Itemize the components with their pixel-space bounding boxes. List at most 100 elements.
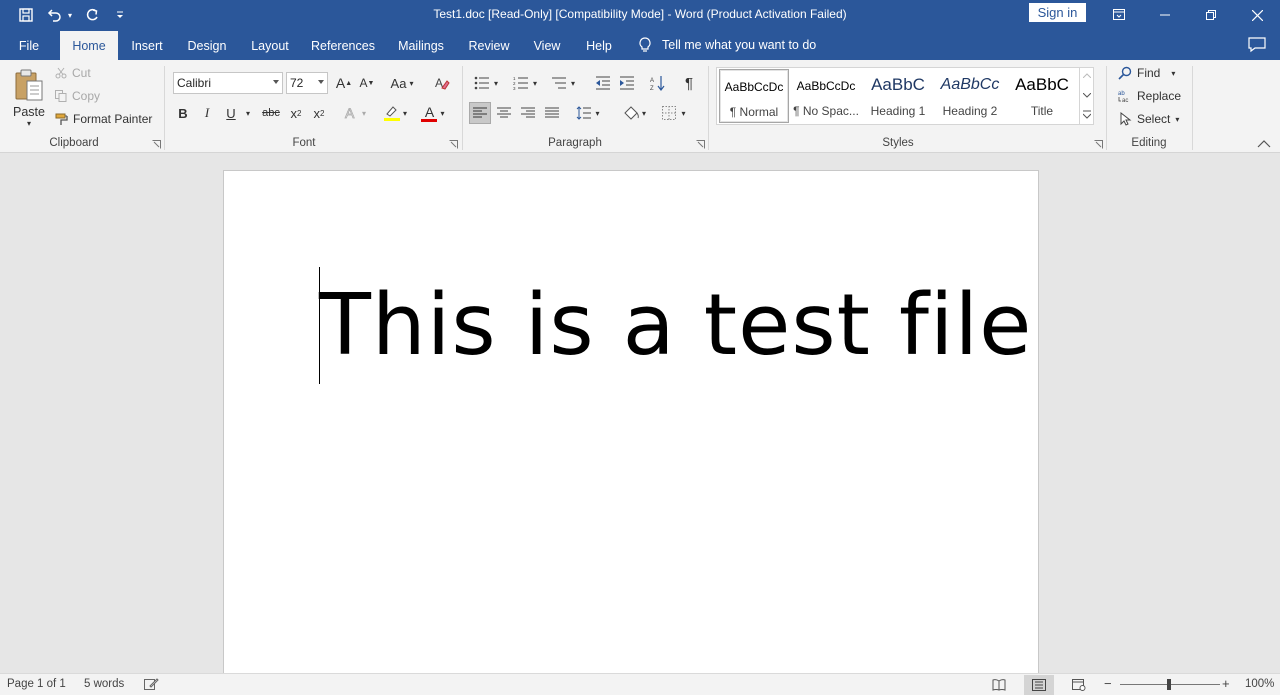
- underline-dropdown-icon[interactable]: ▾: [242, 102, 254, 124]
- style-name: Title: [1030, 104, 1054, 118]
- style-title[interactable]: AaBbC Title: [1007, 69, 1077, 123]
- separator: [708, 66, 709, 150]
- line-spacing-button[interactable]: ▾: [572, 102, 604, 124]
- find-label: Find: [1137, 66, 1161, 80]
- document-area: This is a test file: [0, 153, 1280, 690]
- page-count[interactable]: Page 1 of 1: [7, 678, 66, 690]
- align-left-button[interactable]: [469, 102, 491, 124]
- more-styles-icon[interactable]: [1083, 110, 1091, 119]
- styles-launcher-icon[interactable]: [1094, 140, 1103, 149]
- style-no-spacing[interactable]: AaBbCcDc ¶ No Spac...: [791, 69, 861, 123]
- svg-text:A: A: [345, 105, 355, 121]
- copy-label: Copy: [72, 89, 101, 103]
- shading-button[interactable]: ▾: [617, 102, 651, 124]
- tab-mailings[interactable]: Mailings: [390, 31, 452, 60]
- document-text[interactable]: This is a test file: [319, 271, 1032, 381]
- select-label: Select: [1137, 112, 1171, 126]
- tab-layout[interactable]: Layout: [244, 31, 296, 60]
- change-case-button[interactable]: Aa ▾: [385, 72, 419, 94]
- grow-font-button[interactable]: A ▲: [334, 72, 354, 94]
- select-button[interactable]: Select ▾: [1118, 112, 1179, 126]
- style-normal[interactable]: AaBbCcDc ¶ Normal: [719, 69, 789, 123]
- clear-formatting-button[interactable]: A: [431, 72, 453, 94]
- scroll-down-icon[interactable]: [1083, 93, 1091, 98]
- align-center-button[interactable]: [493, 102, 515, 124]
- scroll-up-icon[interactable]: [1083, 73, 1091, 78]
- clipboard-launcher-icon[interactable]: [152, 140, 161, 149]
- strikethrough-button[interactable]: abc: [259, 102, 283, 124]
- scissors-icon: [55, 67, 67, 79]
- ribbon-display-options-button[interactable]: [1096, 0, 1142, 30]
- tab-help[interactable]: Help: [578, 31, 620, 60]
- paste-button[interactable]: Paste ▾: [10, 64, 48, 132]
- borders-button[interactable]: ▾: [656, 102, 692, 124]
- sort-button[interactable]: AZ: [647, 72, 669, 94]
- separator: [164, 66, 165, 150]
- multilevel-list-button[interactable]: ▾: [547, 72, 579, 94]
- sign-in-button[interactable]: Sign in: [1029, 3, 1086, 22]
- document-page[interactable]: This is a test file: [223, 170, 1039, 690]
- collapse-ribbon-icon[interactable]: [1257, 140, 1271, 148]
- style-heading-1[interactable]: AaBbC Heading 1: [863, 69, 933, 123]
- decrease-indent-button[interactable]: [592, 72, 614, 94]
- tab-review[interactable]: Review: [462, 31, 516, 60]
- numbering-button[interactable]: 123 ▾: [509, 72, 541, 94]
- close-button[interactable]: [1234, 0, 1280, 30]
- bullets-button[interactable]: ▾: [470, 72, 502, 94]
- align-right-button[interactable]: [517, 102, 539, 124]
- replace-button[interactable]: ab ac Replace: [1118, 89, 1181, 103]
- justify-button[interactable]: [541, 102, 563, 124]
- tab-view[interactable]: View: [526, 31, 568, 60]
- superscript-button[interactable]: x2: [309, 102, 329, 124]
- read-mode-button[interactable]: [984, 675, 1014, 695]
- change-case-icon: Aa: [390, 75, 407, 91]
- web-layout-button[interactable]: [1064, 675, 1094, 695]
- shrink-font-button[interactable]: A ▼: [357, 72, 377, 94]
- tab-file[interactable]: File: [8, 31, 50, 60]
- separator: [1106, 66, 1107, 150]
- style-preview: AaBbC: [871, 75, 925, 94]
- zoom-out-button[interactable]: −: [1104, 676, 1112, 691]
- zoom-level[interactable]: 100%: [1245, 678, 1274, 690]
- font-launcher-icon[interactable]: [449, 140, 458, 149]
- tell-me-search[interactable]: Tell me what you want to do: [638, 30, 816, 60]
- text-effects-button[interactable]: A ▾: [338, 102, 372, 124]
- minimize-button[interactable]: [1142, 0, 1188, 30]
- highlight-button[interactable]: ▾: [378, 102, 412, 124]
- zoom-in-button[interactable]: +: [1222, 676, 1230, 691]
- comments-button[interactable]: [1248, 37, 1266, 56]
- tab-design[interactable]: Design: [180, 31, 234, 60]
- cursor-arrow-icon: [1120, 112, 1132, 126]
- show-formatting-marks-button[interactable]: ¶: [678, 72, 700, 94]
- style-heading-2[interactable]: AaBbCc Heading 2: [935, 69, 1005, 123]
- tab-references[interactable]: References: [306, 31, 380, 60]
- font-color-button[interactable]: A ▾: [416, 102, 450, 124]
- format-painter-button[interactable]: Format Painter: [55, 112, 152, 126]
- superscript-two-icon: 2: [320, 108, 325, 118]
- replace-label: Replace: [1137, 89, 1182, 103]
- justify-icon: [545, 107, 559, 118]
- svg-text:3: 3: [513, 86, 516, 90]
- word-count[interactable]: 5 words: [84, 678, 124, 690]
- font-name-combo[interactable]: Calibri: [173, 72, 283, 94]
- borders-icon: [662, 106, 677, 120]
- tab-insert[interactable]: Insert: [124, 31, 170, 60]
- style-name: ¶ Normal: [729, 105, 779, 119]
- restore-button[interactable]: [1188, 0, 1234, 30]
- increase-indent-button[interactable]: [616, 72, 638, 94]
- zoom-slider-thumb[interactable]: [1167, 679, 1171, 690]
- tab-home[interactable]: Home: [60, 31, 118, 60]
- shading-dropdown-icon: ▾: [641, 108, 646, 118]
- cut-button[interactable]: Cut: [55, 66, 91, 80]
- find-button[interactable]: Find ▾: [1118, 66, 1175, 80]
- font-size-combo[interactable]: 72: [286, 72, 328, 94]
- print-layout-button[interactable]: [1024, 675, 1054, 695]
- subscript-button[interactable]: x2: [286, 102, 306, 124]
- copy-button[interactable]: Copy: [55, 89, 100, 103]
- paragraph-launcher-icon[interactable]: [696, 140, 705, 149]
- italic-button[interactable]: I: [197, 102, 217, 124]
- bold-button[interactable]: B: [173, 102, 193, 124]
- underline-button[interactable]: U: [221, 102, 241, 124]
- font-size-dropdown-icon: [318, 80, 324, 84]
- proofing-icon[interactable]: [144, 678, 159, 691]
